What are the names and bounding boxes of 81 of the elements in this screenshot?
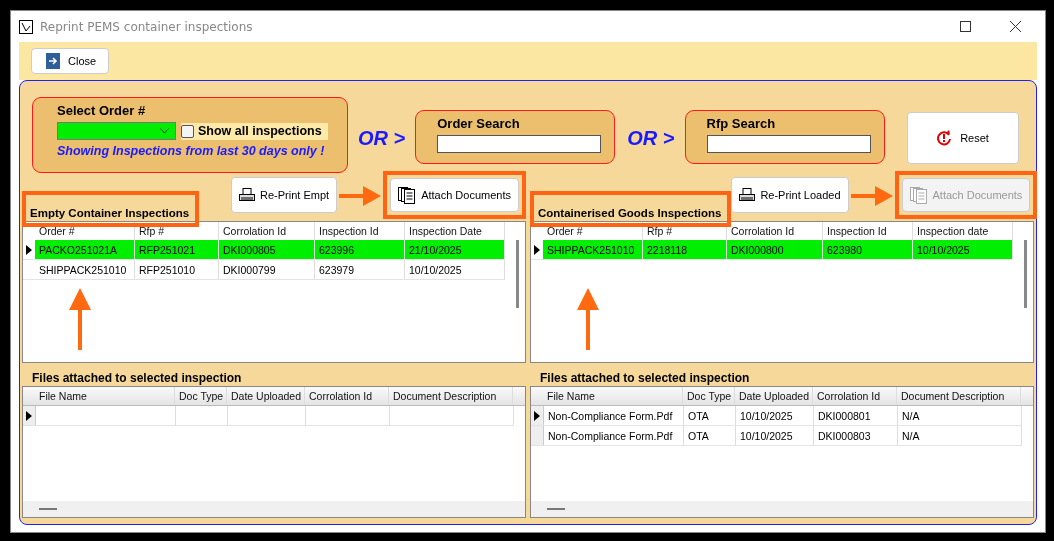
close-icon[interactable] — [1010, 21, 1021, 32]
reprint-button[interactable]: Re-Print Loaded — [731, 177, 849, 213]
column-header[interactable]: Corrolation Id — [813, 387, 897, 405]
order-search-field[interactable] — [437, 135, 602, 153]
dropdown-caret-icon — [160, 128, 169, 134]
table-cell: N/A — [898, 426, 1022, 445]
column-header[interactable]: Date Uploaded — [735, 387, 813, 405]
table-cell: DKI000800 — [727, 240, 823, 259]
grid-row[interactable]: SHIPPACK251010 2218118 DKI000800 623980 10/10/2025 — [531, 240, 1013, 260]
printer-icon — [239, 187, 256, 203]
table-cell: OTA — [684, 426, 736, 445]
column-header[interactable]: Doc Type — [683, 387, 735, 405]
table-cell: N/A — [898, 406, 1022, 425]
exit-icon — [46, 53, 60, 69]
grid-row[interactable]: Non-Compliance Form.Pdf OTA 10/10/2025 DKI000803 N/A — [531, 426, 1022, 446]
table-cell: 623980 — [823, 240, 913, 259]
show-all-checkbox[interactable]: Show all inspections — [181, 122, 328, 140]
table-cell: 21/10/2025 — [405, 240, 505, 259]
group-label: Order Search — [437, 116, 521, 131]
files-title: Files attached to selected inspection — [540, 371, 751, 385]
order-dropdown[interactable] — [57, 122, 176, 140]
table-cell: OTA — [684, 406, 736, 425]
table-cell: SHIPPACK251010 — [543, 240, 643, 259]
table-cell: RFP251010 — [135, 260, 219, 279]
table-cell: PACKO251021A — [35, 240, 135, 259]
or-separator: OR > — [358, 126, 406, 150]
annotation-arrow — [69, 288, 91, 350]
table-cell: 10/10/2025 — [405, 260, 505, 279]
section-title: Empty Container Inspections — [30, 207, 190, 219]
table-cell: DKI000799 — [219, 260, 315, 279]
annotation-arrow — [577, 288, 599, 350]
column-header[interactable]: Document Description — [897, 387, 1021, 405]
section-title: Containerised Goods Inspections — [538, 207, 722, 219]
rfp-search-field[interactable] — [706, 135, 871, 153]
or-separator: OR > — [627, 126, 675, 150]
scrollbar[interactable] — [23, 501, 525, 517]
table-cell: 10/10/2025 — [736, 426, 814, 445]
current-row-icon — [26, 410, 32, 421]
table-cell: 10/10/2025 — [913, 240, 1013, 259]
documents-icon — [398, 186, 417, 204]
window-title: Reprint PEMS container inspections — [40, 19, 253, 34]
column-header[interactable]: File Name — [35, 387, 175, 405]
table-cell: Non-Compliance Form.Pdf — [544, 406, 684, 425]
group-label: Select Order # — [57, 103, 147, 118]
attach-documents-button[interactable]: Attach Documents — [390, 178, 519, 212]
close-button[interactable]: Close — [31, 48, 110, 74]
scrollbar[interactable] — [516, 240, 519, 308]
column-header[interactable]: Date Uploaded — [227, 387, 305, 405]
annotation-arrow — [339, 185, 382, 207]
table-cell: RFP251021 — [135, 240, 219, 259]
table-cell: 623996 — [315, 240, 405, 259]
table-cell: 623979 — [315, 260, 405, 279]
reprint-button[interactable]: Re-Print Empt — [231, 177, 338, 213]
table-cell: SHIPPACK251010 — [35, 260, 135, 279]
table-cell: 10/10/2025 — [736, 406, 814, 425]
table-cell: DKI000801 — [814, 406, 898, 425]
group-label: Rfp Search — [706, 116, 777, 131]
grid-row[interactable]: SHIPPACK251010 RFP251010 DKI000799 623979 10/10/2025 — [23, 260, 505, 280]
annotation-arrow — [850, 185, 893, 207]
scrollbar[interactable] — [1024, 240, 1027, 308]
table-cell: 2218118 — [643, 240, 727, 259]
table-cell: Non-Compliance Form.Pdf — [544, 426, 684, 445]
reset-button[interactable]: Reset — [906, 112, 1019, 164]
column-header[interactable]: Doc Type — [175, 387, 227, 405]
notice-text: Showing Inspections from last 30 days only ! — [57, 144, 326, 158]
column-header[interactable]: Corrolation Id — [305, 387, 389, 405]
maximize-icon[interactable] — [960, 21, 971, 32]
reset-icon — [936, 130, 953, 146]
app-icon — [19, 19, 33, 34]
column-header[interactable]: Document Description — [389, 387, 513, 405]
grid-row[interactable]: Non-Compliance Form.Pdf OTA 10/10/2025 DKI000801 N/A — [531, 406, 1022, 426]
files-title: Files attached to selected inspection — [32, 371, 243, 385]
documents-icon — [909, 186, 928, 204]
scrollbar[interactable] — [531, 501, 1033, 517]
row-header[interactable] — [23, 406, 36, 425]
column-header[interactable]: File Name — [543, 387, 683, 405]
printer-icon — [739, 187, 756, 203]
table-cell: DKI000805 — [219, 240, 315, 259]
row-header[interactable] — [531, 406, 544, 425]
grid-row[interactable]: PACKO251021A RFP251021 DKI000805 623996 21/10/2025 — [23, 240, 505, 260]
table-cell: DKI000803 — [814, 426, 898, 445]
